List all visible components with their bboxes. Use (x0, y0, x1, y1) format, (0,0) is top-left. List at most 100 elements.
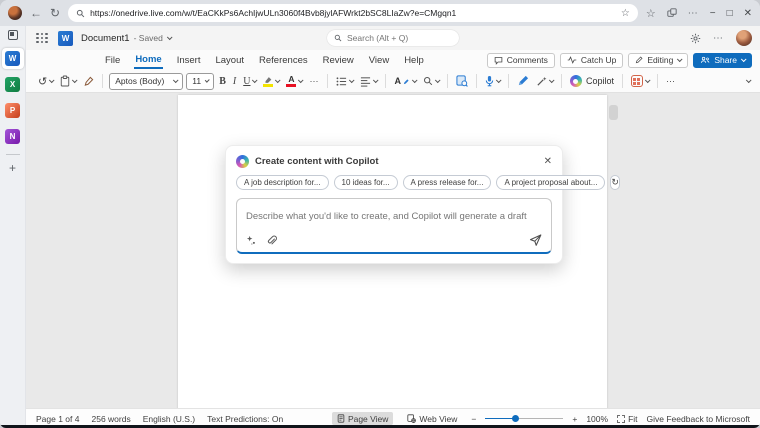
browser-actions: ☆ ⋯ − □ ✕ (646, 7, 752, 20)
document-title[interactable]: Document1 (81, 33, 130, 44)
collections-icon[interactable] (667, 8, 677, 18)
ribbon-overflow-icon[interactable]: ⋯ (664, 74, 678, 89)
designer-icon (630, 75, 643, 87)
fit-button[interactable]: Fit (617, 414, 638, 424)
account-avatar[interactable] (736, 30, 752, 46)
suggestion-pill[interactable]: 10 ideas for... (333, 175, 398, 190)
sidebar-divider (5, 154, 20, 155)
sidebar-item-powerpoint[interactable]: P (2, 100, 24, 121)
document-canvas[interactable]: Create content with Copilot ✕ A job desc… (26, 93, 760, 408)
bold-button[interactable]: B (217, 74, 228, 89)
styles-button[interactable]: A (392, 74, 418, 88)
magic-wand-icon[interactable] (534, 74, 555, 89)
designer-button[interactable] (629, 73, 651, 89)
align-button[interactable] (358, 74, 380, 89)
web-view-button[interactable]: Web View (402, 412, 462, 425)
zoom-out-button[interactable]: − (471, 414, 476, 424)
add-app-icon[interactable]: + (9, 162, 16, 174)
tab-help[interactable]: Help (403, 53, 425, 68)
format-painter-icon[interactable] (81, 74, 96, 89)
reuse-files-icon[interactable] (454, 73, 470, 89)
browser-window: ← ↻ ☆ ☆ ⋯ − □ ✕ W X (0, 0, 760, 428)
settings-gear-icon[interactable] (690, 33, 701, 44)
sidebar-item-onenote[interactable]: N (2, 126, 24, 147)
refresh-icon[interactable]: ↻ (50, 7, 60, 19)
feedback-link[interactable]: Give Feedback to Microsoft (647, 414, 750, 424)
sidebar-item-excel[interactable]: X (2, 74, 24, 95)
find-button[interactable] (421, 74, 441, 88)
back-icon[interactable]: ← (30, 7, 42, 19)
more-font-options-icon[interactable]: ⋯ (307, 74, 321, 89)
tab-file[interactable]: File (104, 53, 121, 68)
save-status[interactable]: - Saved (134, 33, 163, 43)
favorites-icon[interactable]: ☆ (646, 7, 656, 20)
font-color-button[interactable]: A (284, 73, 305, 89)
copilot-icon (569, 75, 582, 87)
minimize-button[interactable]: − (710, 8, 716, 19)
bullet-list-button[interactable] (334, 74, 356, 89)
word-count[interactable]: 256 words (91, 414, 130, 424)
ribbon-collapse-icon[interactable] (744, 77, 752, 85)
suggestion-pill[interactable]: A job description for... (236, 175, 329, 190)
tab-actions-icon[interactable] (7, 30, 18, 40)
app-launcher-icon[interactable] (36, 32, 48, 44)
zoom-slider[interactable] (485, 415, 564, 423)
paste-button[interactable] (58, 73, 78, 89)
chevron-down-icon[interactable] (166, 34, 173, 41)
word-logo-icon[interactable]: W (58, 30, 73, 46)
dictate-button[interactable] (483, 73, 502, 89)
bookmark-star-icon[interactable]: ☆ (621, 8, 630, 19)
catch-up-button[interactable]: Catch Up (559, 52, 624, 68)
zoom-slider-thumb[interactable] (512, 415, 520, 422)
undo-button[interactable]: ↺ (36, 73, 55, 90)
refresh-suggestions-button[interactable]: ↻ (610, 175, 620, 190)
tab-review[interactable]: Review (322, 53, 355, 68)
tab-insert[interactable]: Insert (176, 53, 202, 68)
page-view-button[interactable]: Page View (331, 412, 394, 425)
highlight-color-button[interactable] (261, 74, 282, 89)
font-size-select[interactable]: 11 (186, 72, 215, 90)
copilot-dialog: Create content with Copilot ✕ A job desc… (225, 145, 620, 264)
attach-paperclip-icon[interactable] (266, 235, 277, 246)
search-input[interactable] (347, 33, 452, 43)
underline-button[interactable]: U (241, 74, 259, 89)
word-app: W Document1 - Saved ⋯ (26, 26, 760, 428)
search-icon (76, 9, 85, 18)
copilot-prompt-input[interactable] (246, 211, 542, 222)
editing-mode-button[interactable]: Editing (628, 52, 689, 68)
comments-button[interactable]: Comments (486, 52, 555, 68)
browser-menu-icon[interactable]: ⋯ (688, 8, 699, 19)
zoom-in-button[interactable]: + (572, 414, 577, 424)
address-bar[interactable]: ☆ (68, 4, 638, 22)
powerpoint-icon: P (5, 103, 20, 118)
suggestion-pill[interactable]: A project proposal about... (496, 175, 606, 190)
editor-pen-icon[interactable] (515, 73, 531, 89)
tab-layout[interactable]: Layout (214, 53, 245, 68)
language-indicator[interactable]: English (U.S.) (143, 414, 195, 424)
font-name-select[interactable]: Aptos (Body) (109, 72, 184, 90)
copilot-button[interactable]: Copilot (568, 73, 616, 89)
send-icon[interactable] (529, 234, 542, 246)
rewrite-sparkle-icon[interactable] (246, 235, 257, 246)
tab-home[interactable]: Home (134, 52, 163, 69)
tab-view[interactable]: View (368, 53, 390, 68)
browser-profile-avatar[interactable] (8, 6, 22, 20)
search-box[interactable] (327, 30, 459, 46)
text-predictions-toggle[interactable]: Text Predictions: On (207, 414, 283, 424)
scrollbar-thumb[interactable] (609, 105, 618, 120)
close-button[interactable]: ✕ (744, 8, 752, 19)
italic-button[interactable]: I (231, 74, 238, 89)
copilot-prompt-box[interactable] (236, 198, 552, 254)
zoom-level[interactable]: 100% (586, 414, 608, 424)
maximize-button[interactable]: □ (727, 8, 733, 19)
tab-references[interactable]: References (258, 53, 309, 68)
comment-icon (494, 56, 503, 65)
url-input[interactable] (90, 8, 616, 18)
chevron-down-icon (740, 56, 747, 63)
more-options-icon[interactable]: ⋯ (713, 33, 724, 44)
page-indicator[interactable]: Page 1 of 4 (36, 414, 79, 424)
suggestion-pill[interactable]: A press release for... (402, 175, 492, 190)
close-icon[interactable]: ✕ (544, 156, 552, 167)
share-button[interactable]: Share (693, 52, 752, 68)
sidebar-item-word[interactable]: W (1, 48, 24, 69)
